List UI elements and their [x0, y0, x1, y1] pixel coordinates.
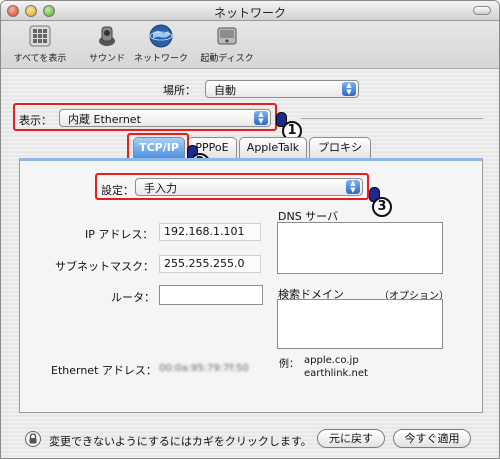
highlight-box-show	[13, 103, 277, 131]
toolbar-toggle-button[interactable]	[473, 6, 491, 15]
ethernet-label: Ethernet アドレス：	[51, 364, 157, 377]
apply-now-button[interactable]: 今すぐ適用	[393, 429, 471, 448]
tab-proxy[interactable]: プロキシ	[309, 137, 371, 158]
disk-icon	[217, 27, 237, 45]
speaker-icon	[99, 26, 115, 46]
callout-3: 3	[372, 197, 392, 217]
toolbar-show-all-label: すべてを表示	[13, 54, 67, 64]
ip-label: IP アドレス：	[85, 228, 154, 241]
highlight-box-configure	[95, 173, 369, 200]
toolbar-network-label: ネットワーク	[133, 54, 188, 64]
network-preferences-window: ネットワーク すべてを表示 サウンド ネットワーク 起動ディスク 場所： 自動 …	[0, 0, 500, 459]
toolbar-startup-disk-label: 起動ディスク	[200, 54, 254, 64]
popup-arrows-icon: ▲ ▼	[342, 82, 356, 96]
revert-button[interactable]: 元に戻す	[317, 429, 385, 448]
toolbar: すべてを表示 サウンド ネットワーク 起動ディスク	[1, 21, 499, 69]
ip-address-field[interactable]: 192.168.1.101	[159, 223, 261, 241]
toolbar-show-all[interactable]: すべてを表示	[9, 23, 71, 64]
example-line-1: apple.co.jp	[304, 355, 359, 366]
location-label: 場所：	[163, 84, 196, 97]
subnet-label: サブネットマスク：	[55, 260, 154, 273]
highlight-box-tcpip	[127, 133, 189, 161]
router-field[interactable]	[159, 285, 263, 305]
ethernet-address-value: 00:0a:95:79:7f:50	[159, 363, 249, 374]
toolbar-startup-disk[interactable]: 起動ディスク	[197, 23, 257, 64]
globe-icon	[149, 24, 173, 48]
show-all-icon	[29, 25, 51, 47]
subnet-mask-field[interactable]: 255.255.255.0	[159, 255, 261, 273]
toolbar-network[interactable]: ネットワーク	[133, 23, 189, 64]
window-title: ネットワーク	[213, 6, 286, 20]
search-domains-field[interactable]	[277, 299, 443, 349]
toolbar-sound-label: サウンド	[88, 54, 125, 64]
example-line-2: earthlink.net	[304, 368, 368, 379]
lock-hint-text: 変更できないようにするにはカギをクリックします。	[49, 435, 312, 448]
example-label: 例：	[279, 359, 299, 370]
divider	[301, 118, 483, 119]
router-label: ルータ：	[111, 291, 155, 304]
location-value: 自動	[214, 84, 236, 97]
tab-appletalk[interactable]: AppleTalk	[239, 137, 307, 158]
lock-button[interactable]	[25, 431, 41, 447]
dns-servers-field[interactable]	[277, 222, 443, 274]
location-popup[interactable]: 自動 ▲ ▼	[205, 80, 359, 98]
lock-icon	[25, 431, 41, 447]
toolbar-sound[interactable]: サウンド	[85, 23, 129, 64]
title-bar[interactable]: ネットワーク	[1, 1, 499, 21]
